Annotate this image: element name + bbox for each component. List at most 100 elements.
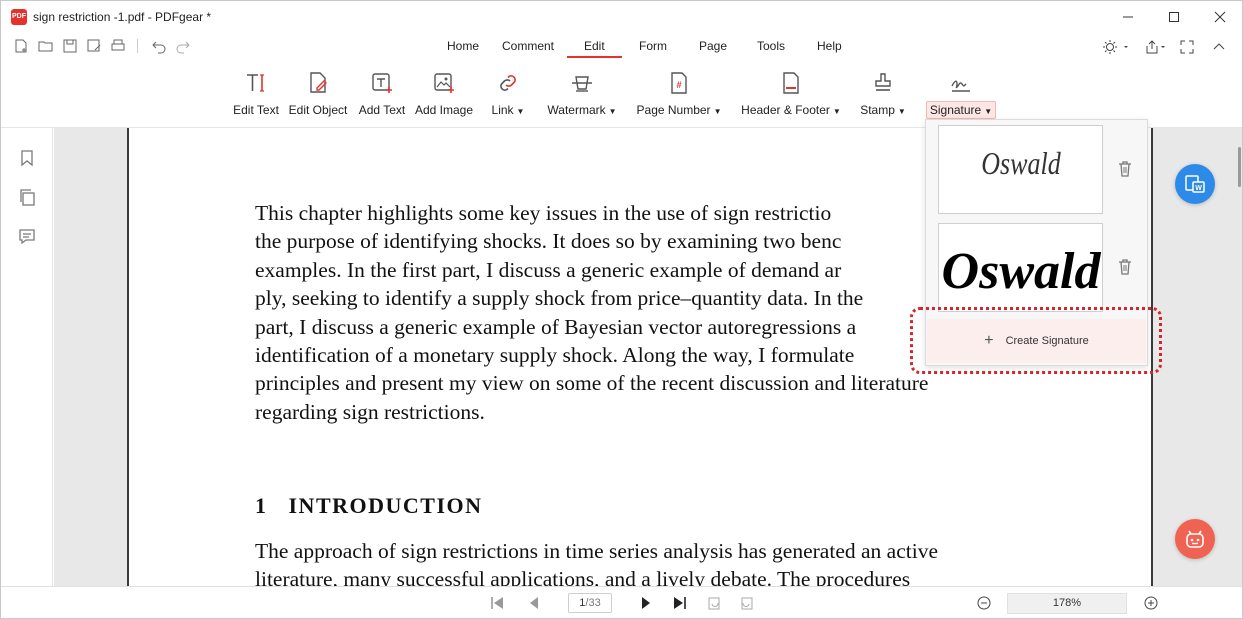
theme-toggle-button[interactable] bbox=[1101, 37, 1131, 57]
maximize-button[interactable] bbox=[1151, 1, 1197, 33]
previous-page-button[interactable] bbox=[526, 595, 542, 611]
new-file-icon[interactable] bbox=[13, 38, 29, 54]
title-bar: PDF sign restriction -1.pdf - PDFgear * bbox=[1, 1, 1242, 33]
rotate-right-button[interactable] bbox=[739, 595, 755, 611]
first-page-icon bbox=[491, 597, 503, 609]
zoom-level[interactable]: 178% bbox=[1007, 593, 1127, 614]
text-line: The approach of sign restrictions in tim… bbox=[255, 539, 938, 563]
save-icon[interactable] bbox=[62, 38, 78, 54]
svg-text:W: W bbox=[1195, 185, 1202, 192]
edit-object-label: Edit Object bbox=[288, 103, 348, 117]
left-sidebar bbox=[1, 128, 53, 599]
signature-text: Oswald bbox=[942, 243, 1102, 300]
trash-icon bbox=[1119, 161, 1131, 177]
signature-icon bbox=[951, 80, 970, 92]
comments-icon[interactable] bbox=[18, 227, 36, 245]
close-button[interactable] bbox=[1197, 1, 1243, 33]
ai-assistant-button[interactable] bbox=[1175, 519, 1215, 559]
edit-text-button[interactable]: Edit Text bbox=[231, 71, 281, 119]
rotate-right-icon bbox=[741, 597, 753, 610]
header-footer-label: Header & Footer bbox=[741, 103, 830, 117]
pdf-to-word-button[interactable]: W bbox=[1175, 164, 1215, 204]
tab-home[interactable]: Home bbox=[447, 39, 479, 53]
chevron-down-icon: ▼ bbox=[984, 107, 993, 116]
zoom-in-button[interactable] bbox=[1143, 595, 1159, 611]
stamp-button[interactable]: Stamp ▼ bbox=[857, 71, 909, 119]
window-title: sign restriction -1.pdf - PDFgear * bbox=[33, 10, 212, 24]
edit-text-icon bbox=[247, 74, 264, 92]
first-page-button[interactable] bbox=[489, 595, 505, 611]
delete-signature-2-button[interactable] bbox=[1117, 258, 1133, 276]
fullscreen-icon bbox=[1180, 40, 1194, 54]
link-icon bbox=[500, 75, 516, 91]
chevron-down-icon: ▼ bbox=[608, 107, 617, 116]
active-tab-indicator bbox=[567, 56, 622, 58]
add-text-label: Add Text bbox=[358, 103, 406, 117]
signature-image: Oswald bbox=[981, 147, 1061, 182]
vertical-scrollbar[interactable] bbox=[1238, 147, 1241, 187]
tab-tools[interactable]: Tools bbox=[757, 39, 785, 53]
maximize-icon bbox=[1169, 12, 1179, 22]
watermark-label: Watermark bbox=[547, 103, 606, 117]
last-page-button[interactable] bbox=[672, 595, 688, 611]
tab-page[interactable]: Page bbox=[699, 39, 727, 53]
zoom-out-button[interactable] bbox=[976, 595, 992, 611]
saved-signature-2[interactable]: Oswald bbox=[938, 223, 1103, 312]
add-image-icon bbox=[434, 73, 454, 93]
convert-to-word-icon: W bbox=[1185, 175, 1205, 193]
print-icon[interactable] bbox=[110, 38, 126, 54]
tab-comment[interactable]: Comment bbox=[502, 39, 554, 53]
edit-object-button[interactable]: Edit Object bbox=[287, 71, 349, 119]
watermark-button[interactable]: Watermark ▼ bbox=[545, 71, 619, 119]
add-image-button[interactable]: Add Image bbox=[413, 71, 475, 119]
text-line: This chapter highlights some key issues … bbox=[255, 201, 832, 225]
text-line: regarding sign restrictions. bbox=[255, 399, 485, 424]
next-page-button[interactable] bbox=[638, 595, 654, 611]
svg-text:#: # bbox=[676, 80, 681, 90]
add-image-label: Add Image bbox=[414, 103, 474, 117]
text-line: the purpose of identifying shocks. It do… bbox=[255, 229, 842, 254]
undo-icon[interactable] bbox=[151, 38, 167, 54]
redo-icon[interactable] bbox=[175, 38, 191, 54]
share-button[interactable] bbox=[1143, 37, 1169, 57]
collapse-ribbon-button[interactable] bbox=[1209, 37, 1229, 57]
minimize-button[interactable] bbox=[1105, 1, 1151, 33]
delete-signature-1-button[interactable] bbox=[1117, 160, 1133, 178]
header-footer-icon bbox=[783, 72, 799, 94]
save-as-icon[interactable] bbox=[86, 38, 102, 54]
pdfgear-logo-icon: PDF bbox=[11, 9, 27, 25]
bookmark-icon[interactable] bbox=[18, 149, 36, 167]
zoom-in-icon bbox=[1144, 596, 1158, 610]
open-folder-icon[interactable] bbox=[38, 38, 54, 54]
page-number-input[interactable]: 1/33 bbox=[568, 593, 612, 613]
text-line: part, I discuss a generic example of Bay… bbox=[255, 314, 857, 339]
paragraph-1: This chapter highlights some key issues … bbox=[255, 199, 993, 426]
header-footer-button[interactable]: Header & Footer ▼ bbox=[739, 71, 843, 119]
fullscreen-button[interactable] bbox=[1177, 37, 1197, 57]
text-line: ply, seeking to identify a supply shock … bbox=[255, 286, 864, 311]
signature-image: Oswald bbox=[942, 243, 1102, 300]
tab-edit[interactable]: Edit bbox=[584, 39, 605, 53]
bottom-toolbar: 1/33 178% bbox=[1, 586, 1242, 618]
page-number-button[interactable]: # Page Number ▼ bbox=[635, 71, 723, 119]
text-line: principles and present my view on some o… bbox=[255, 371, 929, 396]
chevron-down-icon: ▼ bbox=[832, 107, 841, 116]
signature-button[interactable]: Signature ▼ bbox=[925, 71, 997, 119]
edit-text-label: Edit Text bbox=[233, 103, 279, 117]
edit-object-icon bbox=[310, 72, 327, 93]
add-text-button[interactable]: Add Text bbox=[357, 71, 407, 119]
section-heading: 1 INTRODUCTION bbox=[255, 493, 483, 518]
page-number-label: Page Number bbox=[636, 103, 711, 117]
tab-help[interactable]: Help bbox=[817, 39, 842, 53]
thumbnails-icon[interactable] bbox=[18, 188, 36, 206]
rotate-left-button[interactable] bbox=[706, 595, 722, 611]
previous-page-icon bbox=[530, 597, 538, 609]
robot-icon bbox=[1186, 530, 1204, 548]
chevron-down-icon: ▼ bbox=[897, 107, 906, 116]
tab-form[interactable]: Form bbox=[639, 39, 667, 53]
link-button[interactable]: Link ▼ bbox=[485, 71, 531, 119]
last-page-icon bbox=[674, 597, 686, 609]
stamp-icon bbox=[875, 73, 891, 91]
add-text-icon bbox=[372, 73, 392, 93]
saved-signature-1[interactable]: Oswald bbox=[938, 125, 1103, 214]
